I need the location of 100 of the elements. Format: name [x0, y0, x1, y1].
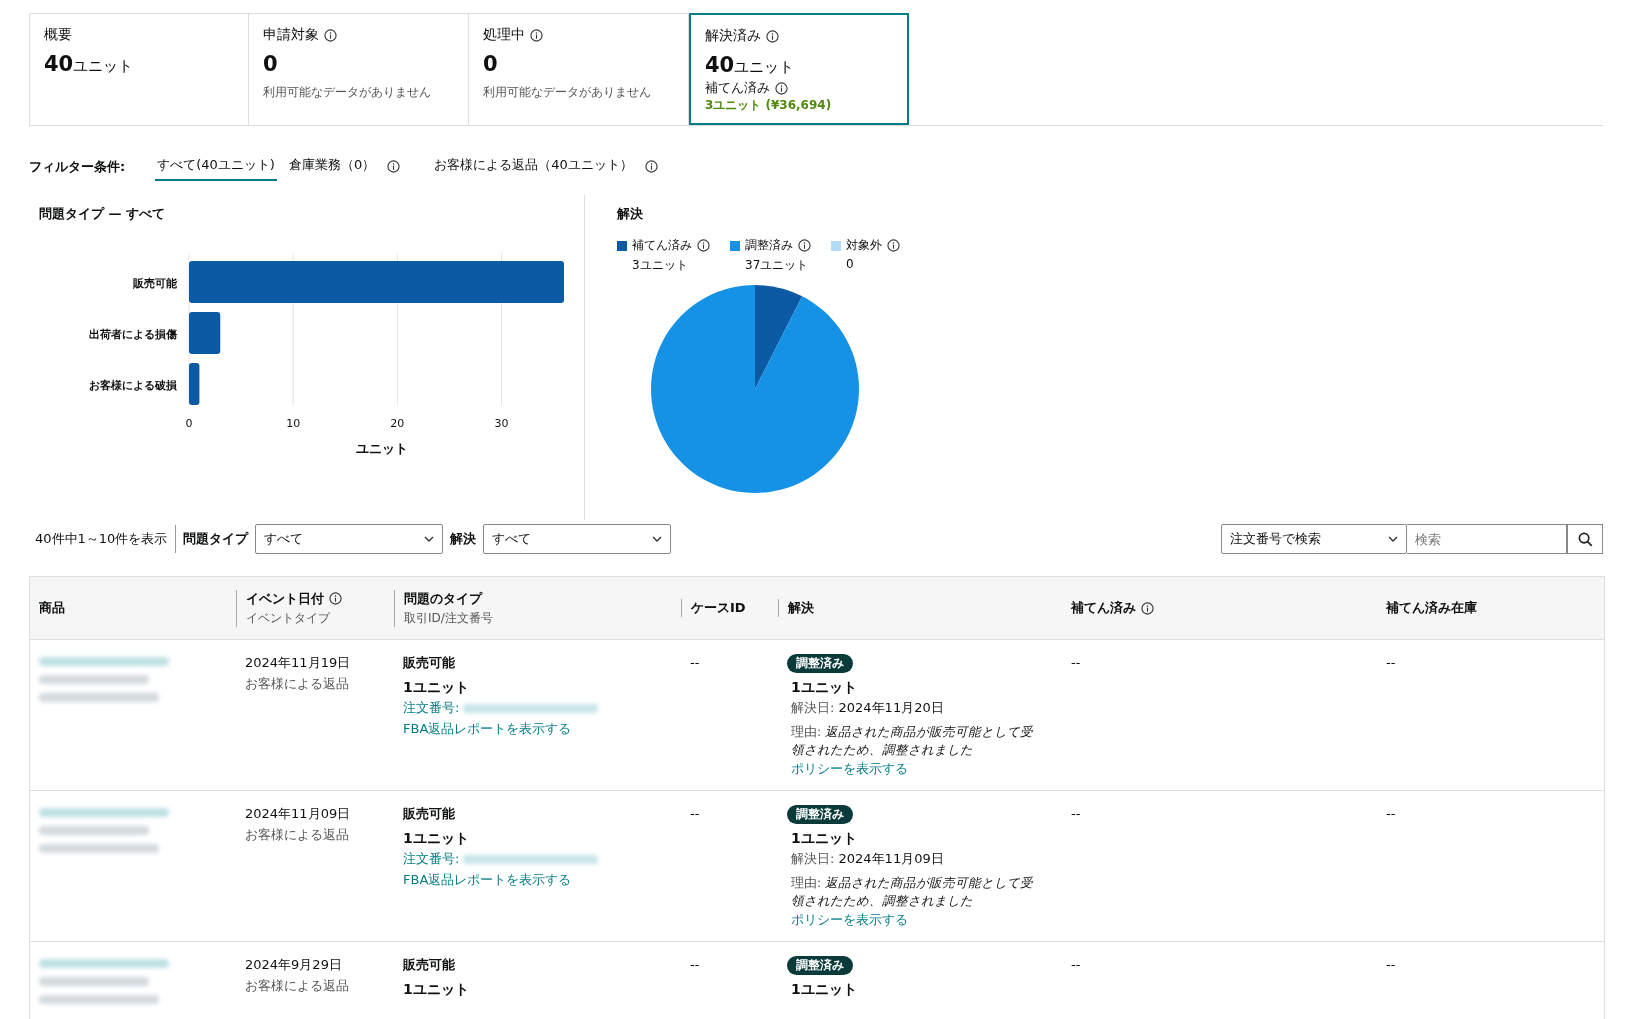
chevron-icon [1388, 536, 1398, 542]
bar [189, 363, 200, 405]
report-link[interactable]: FBA返品レポートを表示する [403, 719, 672, 740]
column-header: 補てん済み在庫 [1386, 599, 1477, 617]
legend-value: 3ユニット [631, 257, 689, 274]
filter-tab[interactable]: 倉庫業務（0） [286, 152, 378, 181]
policy-link[interactable]: ポリシーを表示する [787, 910, 1042, 932]
card-sub-value: 3ユニット (¥36,694) [705, 97, 833, 114]
bar [189, 312, 221, 354]
unit-count: 1ユニット [403, 979, 470, 999]
reimbursed-inventory: -- [1386, 806, 1396, 821]
legend-value: 0 [845, 257, 855, 271]
card-title: 申請対象 [263, 26, 319, 44]
event-date: 2024年11月09日 [245, 805, 352, 823]
card-value: 0 [263, 52, 278, 76]
chart-title: 問題タイプ — すべて [39, 205, 167, 223]
summary-card[interactable]: 概要 40ユニット [29, 13, 249, 125]
case-id: -- [690, 957, 700, 972]
column-header: 問題のタイプ [404, 589, 482, 608]
tick-label: 0 [185, 417, 193, 430]
chart-title: 解決 [617, 205, 644, 223]
search-button[interactable] [1567, 524, 1603, 554]
info-icon[interactable] [1141, 601, 1154, 615]
unit-count: 1ユニット [403, 828, 470, 848]
column-header: 解決 [788, 599, 814, 617]
card-value: 40 [705, 53, 735, 77]
resolved-date: 2024年11月20日 [838, 700, 944, 716]
chevron-icon [424, 536, 435, 542]
issue-type: 販売可能 [403, 654, 456, 672]
summary-card[interactable]: 解決済み 40ユニット 補てん済み 3ユニット (¥36,694) [689, 13, 909, 125]
legend-value: 37ユニット [744, 257, 810, 274]
category-label: 出荷者による損傷 [89, 328, 177, 341]
info-icon[interactable] [644, 160, 658, 173]
column-header: 商品 [39, 599, 65, 617]
filter-tab[interactable]: お客様による返品（40ユニット） [432, 152, 635, 181]
card-note: 利用可能なデータがありません [263, 84, 432, 101]
issue-type-dropdown[interactable]: すべて [255, 524, 444, 554]
result-count: 40件中1～10件を表示 [29, 525, 177, 553]
filter-label: 解決 [450, 530, 477, 548]
info-icon[interactable] [329, 592, 342, 605]
column-header: イベント日付 [246, 589, 324, 608]
unit-count: 1ユニット [790, 828, 858, 848]
filter-tab[interactable]: すべて(40ユニット) [155, 152, 277, 181]
event-type: お客様による返品 [245, 825, 350, 844]
unit-count: 1ユニット [790, 979, 858, 999]
info-icon[interactable] [775, 81, 788, 95]
resolution-dropdown[interactable]: すべて [483, 524, 672, 554]
card-sub-label: 補てん済み [705, 79, 770, 97]
reimbursed-value: -- [1071, 957, 1081, 972]
info-icon[interactable] [798, 239, 811, 252]
reimbursed-inventory: -- [1386, 655, 1396, 670]
event-type: お客様による返品 [245, 674, 350, 693]
summary-card[interactable]: 申請対象 0 利用可能なデータがありません [249, 13, 469, 125]
unit-count: 1ユニット [403, 677, 470, 697]
info-icon[interactable] [697, 239, 710, 252]
legend-label: 補てん済み [632, 237, 692, 254]
chevron-icon [652, 536, 663, 542]
card-unit: ユニット [73, 57, 134, 75]
tick-label: 20 [390, 417, 405, 430]
filter-label: 問題タイプ [183, 530, 249, 548]
reason-text: 理由: 返品された商品が販売可能として受領されたため、調整されました [790, 723, 1035, 760]
search-field[interactable]: 検索 [1407, 524, 1567, 554]
info-icon[interactable] [530, 28, 543, 42]
policy-link[interactable]: ポリシーを表示する [787, 759, 1042, 781]
info-icon[interactable] [324, 28, 337, 42]
case-id: -- [690, 806, 700, 821]
summary-card[interactable]: 処理中 0 利用可能なデータがありません [469, 13, 689, 125]
resolved-date: 2024年11月09日 [838, 851, 944, 867]
event-type: お客様による返品 [245, 976, 350, 995]
order-label[interactable]: 注文番号: [403, 849, 460, 870]
info-icon[interactable] [766, 29, 779, 43]
event-date: 2024年11月19日 [245, 654, 352, 672]
resolved-label: 解決日: [791, 851, 835, 867]
info-icon[interactable] [887, 239, 900, 252]
issue-type: 販売可能 [403, 956, 456, 974]
axis-label: ユニット [355, 441, 408, 456]
report-link[interactable]: FBA返品レポートを表示する [403, 870, 672, 891]
search-type-dropdown[interactable]: 注文番号で検索 [1221, 524, 1407, 554]
unit-count: 1ユニット [790, 677, 858, 697]
card-title: 処理中 [483, 26, 525, 44]
legend-label: 対象外 [846, 237, 882, 254]
info-icon[interactable] [387, 160, 401, 173]
category-label: 販売可能 [133, 277, 177, 290]
reimbursed-value: -- [1071, 806, 1081, 821]
status-badge: 調整済み [787, 805, 853, 824]
column-subheader: 取引ID/注文番号 [404, 609, 494, 627]
card-title: 概要 [44, 26, 72, 44]
card-value: 40 [44, 52, 74, 76]
column-header: 補てん済み [1071, 599, 1136, 617]
issue-type: 販売可能 [403, 805, 456, 823]
event-date: 2024年9月29日 [245, 956, 343, 974]
card-value: 0 [483, 52, 498, 76]
column-subheader: イベントタイプ [246, 609, 332, 627]
legend-label: 調整済み [745, 237, 793, 254]
tick-label: 10 [286, 417, 301, 430]
order-label[interactable]: 注文番号: [403, 698, 460, 719]
search-icon [1577, 531, 1593, 547]
case-id: -- [690, 655, 700, 670]
filter-label: フィルター条件: [29, 157, 126, 176]
reimbursed-value: -- [1071, 655, 1081, 670]
